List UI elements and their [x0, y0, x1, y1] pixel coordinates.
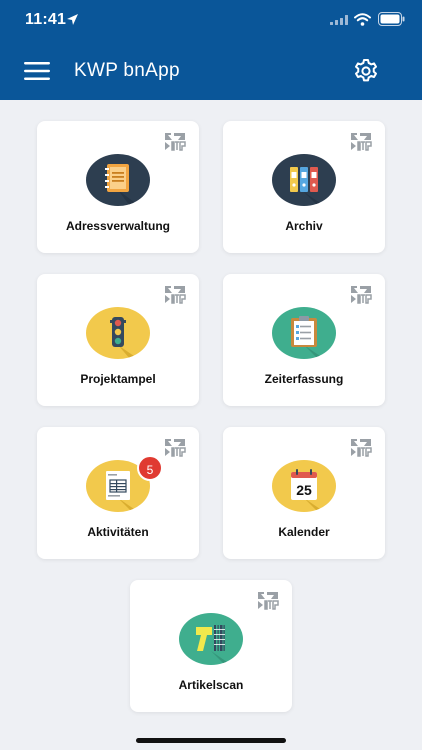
tile-zeiterfassung[interactable]: Zeiterfassung: [223, 274, 385, 406]
icon-circle: [179, 613, 243, 665]
kwp-logo-icon: [351, 286, 372, 304]
tile-label: Zeiterfassung: [264, 372, 344, 386]
icon-circle: [86, 307, 150, 359]
icon-circle: 25: [272, 460, 336, 512]
hamburger-menu-icon[interactable]: [24, 61, 50, 81]
traffic-light-icon: [110, 317, 150, 359]
kwp-logo-icon: [165, 286, 186, 304]
notification-badge: 5: [137, 455, 163, 481]
clipboard-icon: [291, 316, 336, 359]
location-arrow-icon: [67, 14, 78, 25]
tile-adressverwaltung[interactable]: Adressverwaltung: [37, 121, 199, 253]
icon-circle: [272, 307, 336, 359]
tile-label: Kalender: [278, 525, 330, 539]
tile-label: Aktivitäten: [87, 525, 149, 539]
barcode-scan-icon: [196, 625, 243, 665]
address-book-icon: [105, 164, 150, 206]
tile-label: Archiv: [285, 219, 323, 233]
status-time: 11:41: [25, 11, 67, 28]
wifi-icon: [354, 13, 371, 26]
cellular-signal-icon: [330, 15, 348, 25]
kwp-logo-icon: [258, 592, 279, 610]
tile-label: Artikelscan: [178, 678, 244, 692]
icon-circle: [86, 154, 150, 206]
icon-circle: [272, 154, 336, 206]
tile-label: Projektampel: [80, 372, 156, 386]
kwp-logo-icon: [165, 133, 186, 151]
kwp-logo-icon: [165, 439, 186, 457]
tile-label: Adressverwaltung: [65, 219, 171, 233]
tile-projektampel[interactable]: Projektampel: [37, 274, 199, 406]
tile-artikelscan[interactable]: Artikelscan: [130, 580, 292, 712]
battery-icon: [378, 12, 405, 26]
calendar-day: 25: [296, 482, 312, 498]
tile-kalender[interactable]: 25 Kalender: [223, 427, 385, 559]
app-header: 11:41 KWP bnApp: [0, 0, 422, 100]
tile-archiv[interactable]: Archiv: [223, 121, 385, 253]
app-title: KWP bnApp: [74, 60, 180, 81]
binders-icon: [290, 167, 336, 206]
kwp-logo-icon: [351, 439, 372, 457]
tile-aktivitaeten[interactable]: 5 Aktivitäten: [37, 427, 199, 559]
settings-gear-icon[interactable]: [353, 58, 379, 84]
calendar-icon: 25: [291, 469, 336, 512]
home-indicator: [136, 738, 286, 743]
kwp-logo-icon: [351, 133, 372, 151]
